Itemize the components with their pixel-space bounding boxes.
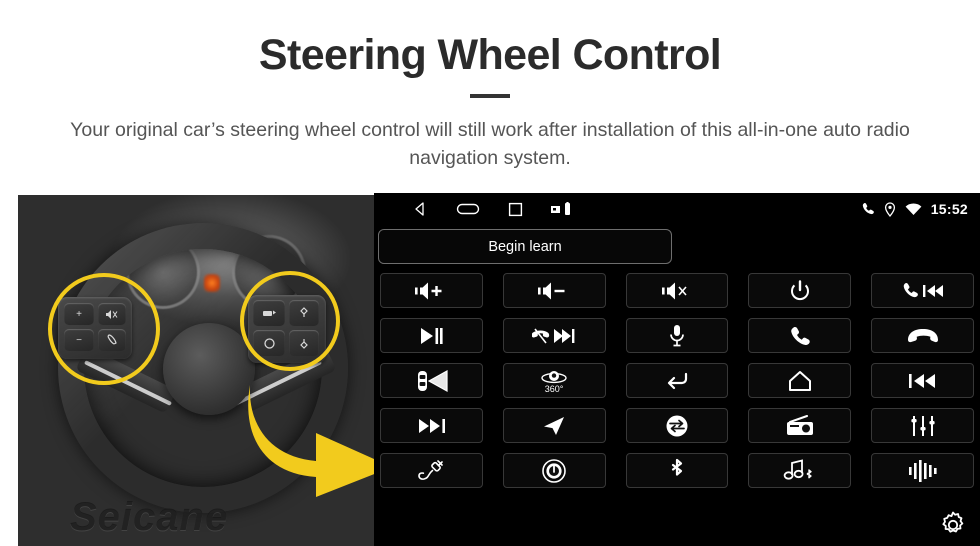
swc-button-equalizer[interactable] bbox=[871, 408, 974, 443]
location-icon bbox=[884, 201, 896, 217]
title-divider bbox=[470, 94, 510, 98]
hangup-next-icon bbox=[532, 328, 575, 343]
gear-icon bbox=[942, 511, 964, 533]
steering-wheel-photo: + − Seicane bbox=[18, 195, 374, 546]
phone-icon bbox=[861, 202, 875, 216]
radio-icon bbox=[786, 414, 813, 435]
swc-button-play-pause[interactable] bbox=[380, 318, 483, 353]
swc-button-aux-cable[interactable] bbox=[380, 453, 483, 488]
bluetooth-icon bbox=[671, 458, 683, 476]
swc-button-next-track[interactable] bbox=[380, 408, 483, 443]
page-root: Steering Wheel Control Your original car… bbox=[0, 0, 980, 546]
volume-down-icon bbox=[538, 282, 565, 299]
page-subtitle: Your original car’s steering wheel contr… bbox=[70, 119, 910, 169]
power-icon bbox=[790, 279, 809, 300]
swc-button-camera-360[interactable]: 360° bbox=[502, 363, 606, 398]
car-radar-icon bbox=[418, 369, 448, 392]
swc-button-answer-call[interactable] bbox=[748, 318, 852, 353]
phone-answer-icon bbox=[791, 326, 810, 345]
phone-hangup-icon bbox=[907, 328, 938, 342]
home-icon[interactable] bbox=[456, 201, 480, 217]
begin-learn-button[interactable]: Begin learn bbox=[378, 229, 672, 264]
swc-button-bluetooth[interactable] bbox=[625, 453, 729, 488]
wifi-icon bbox=[905, 203, 922, 216]
swc-button-radio[interactable] bbox=[748, 408, 852, 443]
swc-button-bt-music[interactable] bbox=[748, 453, 852, 488]
swc-button-grid: 360° bbox=[376, 273, 978, 488]
cable-plug-icon bbox=[418, 459, 444, 480]
brand-watermark: Seicane bbox=[70, 495, 229, 539]
storage-icons bbox=[551, 202, 575, 216]
pointer-arrow bbox=[246, 381, 374, 499]
swc-button-back[interactable] bbox=[625, 363, 729, 398]
steering-wheel-hub bbox=[163, 323, 255, 415]
swc-button-end-call[interactable] bbox=[871, 318, 974, 353]
status-bar-clock: 15:52 bbox=[930, 201, 968, 217]
status-bar-nav bbox=[412, 201, 575, 217]
swc-button-previous-track[interactable] bbox=[871, 363, 974, 398]
next-track-icon bbox=[419, 418, 446, 433]
navigation-arrow-icon bbox=[544, 416, 565, 435]
status-bar-tray: 15:52 bbox=[861, 193, 968, 225]
swc-button-mute[interactable] bbox=[625, 273, 729, 308]
curved-arrow-icon bbox=[248, 385, 374, 497]
swc-button-blind-spot[interactable] bbox=[380, 363, 483, 398]
header: Steering Wheel Control Your original car… bbox=[0, 0, 980, 195]
previous-track-icon bbox=[908, 373, 935, 388]
swap-mode-icon bbox=[666, 415, 688, 436]
swc-button-volume-up[interactable] bbox=[380, 273, 483, 308]
sdcard-icon bbox=[551, 202, 570, 215]
disc-icon bbox=[542, 458, 566, 483]
home-icon bbox=[788, 370, 811, 391]
swc-button-power[interactable] bbox=[748, 273, 852, 308]
microphone-icon bbox=[670, 324, 684, 346]
play-pause-icon bbox=[421, 327, 443, 344]
svg-text:360°: 360° bbox=[545, 384, 564, 394]
back-icon[interactable] bbox=[412, 201, 428, 217]
swc-button-voice-command[interactable] bbox=[625, 318, 729, 353]
volume-mute-icon bbox=[661, 282, 687, 299]
highlight-circle-right bbox=[240, 271, 340, 371]
camera-360-icon: 360° bbox=[541, 370, 567, 394]
swc-button-home[interactable] bbox=[748, 363, 852, 398]
swc-button-audio-wave[interactable] bbox=[871, 453, 974, 488]
swc-button-call-previous[interactable] bbox=[871, 273, 974, 308]
phone-previous-icon bbox=[903, 282, 943, 297]
recents-icon[interactable] bbox=[508, 202, 523, 217]
swc-button-source-switch[interactable] bbox=[625, 408, 729, 443]
swc-button-volume-down[interactable] bbox=[502, 273, 606, 308]
back-arrow-icon bbox=[667, 372, 688, 389]
swc-button-disc[interactable] bbox=[502, 453, 606, 488]
audio-wave-icon bbox=[908, 459, 937, 482]
swc-button-hangup-next[interactable] bbox=[502, 318, 606, 353]
head-unit-screen: 15:52 Begin learn 360° bbox=[374, 193, 980, 546]
bluetooth-music-icon bbox=[783, 458, 812, 480]
highlight-circle-left bbox=[48, 273, 160, 385]
status-bar: 15:52 bbox=[374, 193, 980, 225]
swc-button-navigation[interactable] bbox=[502, 408, 606, 443]
page-title: Steering Wheel Control bbox=[258, 31, 722, 79]
equalizer-icon bbox=[910, 415, 935, 436]
volume-up-icon bbox=[415, 282, 442, 299]
settings-button[interactable] bbox=[936, 508, 970, 542]
